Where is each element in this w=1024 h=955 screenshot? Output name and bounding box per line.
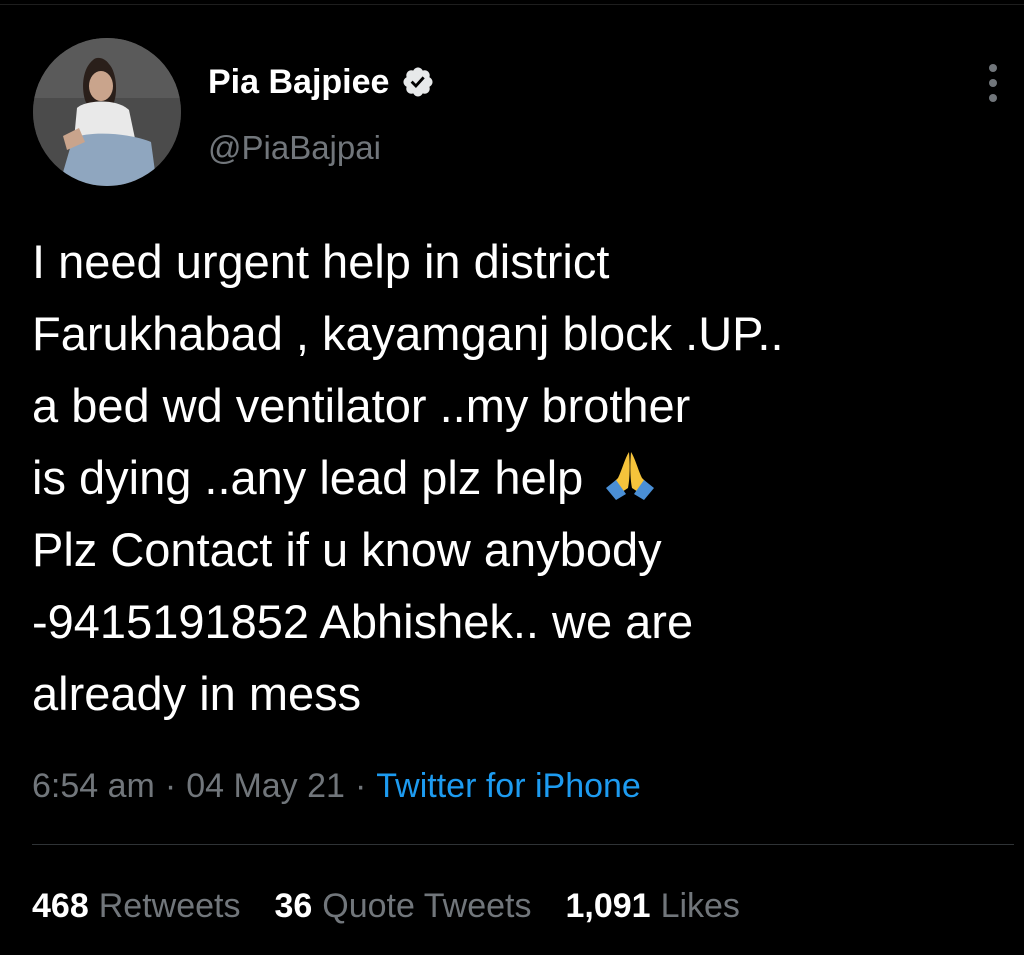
folded-hands-icon	[606, 452, 655, 500]
tweet-time[interactable]: 6:54 am	[32, 767, 155, 805]
tweet-line-with-emoji: is dying ..any lead plz help	[32, 442, 972, 514]
quote-tweets-label: Quote Tweets	[322, 887, 532, 925]
likes-label: Likes	[660, 887, 740, 925]
retweets-label: Retweets	[98, 887, 241, 925]
avatar[interactable]	[33, 38, 181, 186]
meta-separator: ·	[164, 767, 177, 805]
tweet-line: Plz Contact if u know anybody	[32, 523, 662, 576]
tweet-stats: 468 Retweets 36 Quote Tweets 1,091 Likes	[32, 884, 740, 928]
profile-photo-icon	[33, 38, 181, 186]
tweet-line: a bed wd ventilator ..my brother	[32, 379, 691, 432]
tweet-line: Farukhabad , kayamganj block .UP..	[32, 307, 784, 360]
verified-badge-icon	[403, 67, 433, 97]
retweets-count: 468	[32, 887, 89, 925]
display-name[interactable]: Pia Bajpiee	[208, 62, 435, 102]
tweet-line-text: is dying ..any lead plz help	[32, 451, 584, 504]
meta-separator: ·	[354, 767, 367, 805]
quote-tweets-count: 36	[274, 887, 313, 925]
retweets-stat[interactable]: 468 Retweets	[32, 884, 240, 928]
likes-stat[interactable]: 1,091 Likes	[565, 884, 739, 928]
tweet-line: I need urgent help in district	[32, 235, 610, 288]
tweet-source-link[interactable]: Twitter for iPhone	[376, 767, 641, 805]
tweet-date[interactable]: 04 May 21	[186, 767, 345, 805]
tweet-meta: 6:54 am · 04 May 21 · Twitter for iPhone	[32, 764, 641, 808]
tweet-text: I need urgent help in district Farukhaba…	[32, 226, 972, 730]
user-handle[interactable]: @PiaBajpai	[208, 128, 381, 168]
likes-count: 1,091	[565, 887, 651, 925]
tweet-line: already in mess	[32, 667, 362, 720]
more-options-icon[interactable]	[978, 64, 1008, 102]
tweet-line: -9415191852 Abhishek.. we are	[32, 595, 694, 648]
display-name-text: Pia Bajpiee	[208, 63, 390, 101]
divider	[32, 844, 1014, 845]
top-divider	[0, 4, 1024, 5]
quote-tweets-stat[interactable]: 36 Quote Tweets	[274, 884, 531, 928]
